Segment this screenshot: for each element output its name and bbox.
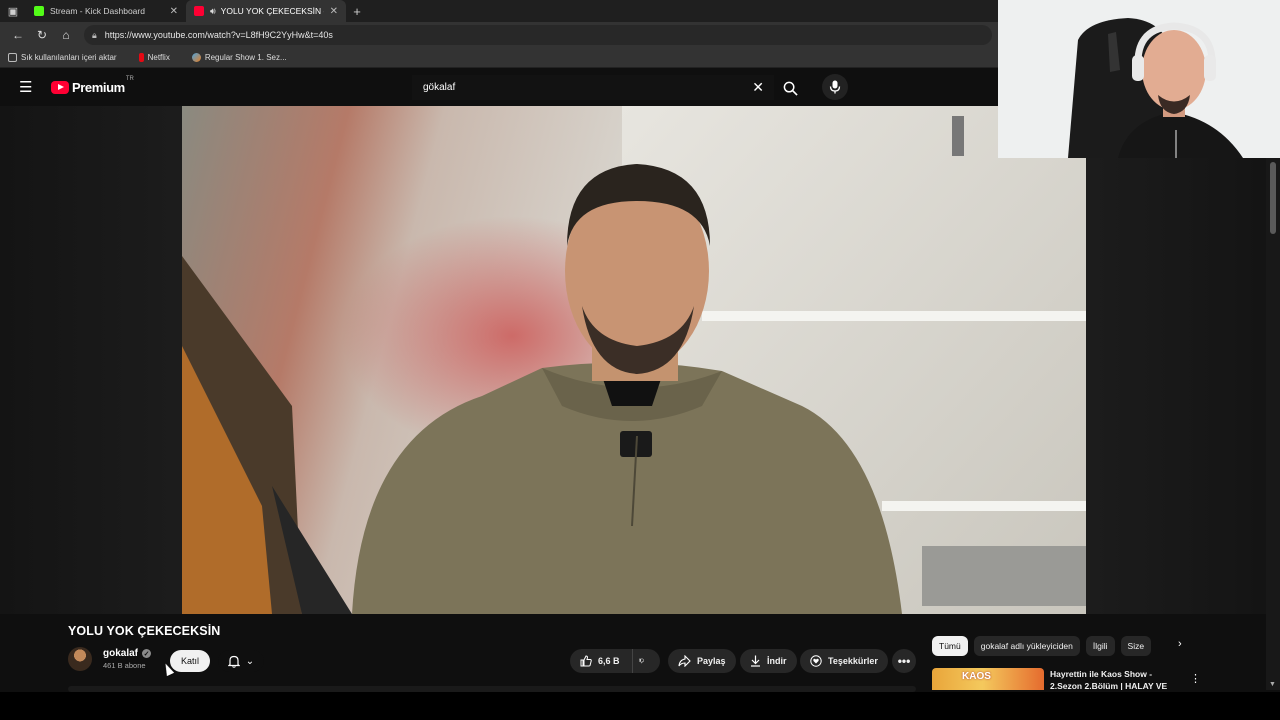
chevron-down-icon: ⌄ <box>245 655 255 667</box>
bookmark-regular-show[interactable]: Regular Show 1. Sez... <box>191 53 287 62</box>
bottom-bar <box>0 692 1280 720</box>
bookmarks-bar: Sık kullanılanları içeri aktar Netflix R… <box>0 48 998 68</box>
new-tab-plus-icon[interactable]: + <box>346 4 368 19</box>
video-player[interactable] <box>182 106 1086 614</box>
scrollbar-thumb[interactable] <box>1270 162 1276 234</box>
like-count: 6,6 B <box>598 656 620 666</box>
tab-kick-dashboard[interactable]: Stream - Kick Dashboard ✕ <box>26 0 186 22</box>
scroll-down-arrow-icon[interactable]: ▼ <box>1269 681 1276 688</box>
tab-youtube-video[interactable]: 🔊︎ YOLU YOK ÇEKECEKSİN - YouTube ✕ <box>186 0 346 22</box>
chevron-right-icon[interactable]: › <box>1178 638 1182 650</box>
close-tab-icon[interactable]: ✕ <box>170 6 178 17</box>
bell-icon <box>227 655 240 668</box>
tab-actions-menu-icon[interactable]: ▣ <box>0 0 26 22</box>
like-button[interactable]: 6,6 B <box>570 649 632 673</box>
address-bar-row: ← ↻ ⌂ 🔒︎ https://www.youtube.com/watch?v… <box>0 22 998 48</box>
search-input[interactable] <box>412 75 774 100</box>
verified-check-icon: ✓ <box>142 649 152 658</box>
url-field[interactable]: 🔒︎ https://www.youtube.com/watch?v=L8fH9… <box>84 25 992 45</box>
share-label: Paylaş <box>697 656 726 666</box>
recommended-title: Hayrettin ile Kaos Show - 2.Sezon 2.Bölü… <box>1050 669 1168 690</box>
search-box: ✕ <box>412 75 774 100</box>
channel-name[interactable]: gokalaf ✓ <box>103 648 152 659</box>
subscriber-count: 461 B abone <box>103 661 146 670</box>
join-button[interactable]: Katıl <box>170 650 210 672</box>
bookmark-netflix[interactable]: Netflix <box>138 53 170 62</box>
download-button[interactable]: İndir <box>740 649 797 673</box>
youtube-favicon-icon <box>194 6 204 16</box>
browser-tab-strip: ▣ Stream - Kick Dashboard ✕ 🔊︎ YOLU YOK … <box>0 0 998 22</box>
video-frame <box>182 106 1086 614</box>
webcam-overlay <box>998 0 1280 158</box>
owner-text: gokalaf ✓ 461 B abone <box>103 648 152 670</box>
search-icon[interactable] <box>778 76 802 100</box>
thumbs-up-icon <box>580 655 592 667</box>
youtube-play-logo-icon <box>51 80 69 94</box>
netflix-icon <box>138 53 144 62</box>
super-thanks-button[interactable]: Teşekkürler <box>800 649 888 673</box>
chip-from-uploader[interactable]: gokalaf adlı yükleyiciden <box>973 636 1080 656</box>
vertical-more-icon[interactable]: ⋮ <box>1190 672 1201 685</box>
home-icon[interactable]: ⌂ <box>54 28 78 42</box>
kick-favicon-icon <box>34 6 44 16</box>
chip-all[interactable]: Tümü <box>932 636 968 656</box>
related-filter-chips: Tümü gokalaf adlı yükleyiciden İlgili Si… <box>932 636 1192 656</box>
subscribed-notifications-button[interactable]: ⌄ <box>218 650 264 672</box>
share-button[interactable]: Paylaş <box>668 649 736 673</box>
download-icon <box>751 655 760 667</box>
close-tab-icon[interactable]: ✕ <box>330 6 338 17</box>
import-icon <box>8 53 17 62</box>
menu-hamburger-icon[interactable]: ☰ <box>19 78 35 96</box>
bookmark-label: Netflix <box>147 53 170 62</box>
bookmark-label: Sık kullanılanları içeri aktar <box>21 53 117 62</box>
chip-for-you[interactable]: Size <box>1120 636 1152 656</box>
tab-title: Stream - Kick Dashboard <box>50 6 145 16</box>
regular-show-icon <box>191 53 201 62</box>
page-scrollbar[interactable]: ▼ <box>1266 158 1280 690</box>
clear-search-icon[interactable]: ✕ <box>752 79 764 96</box>
webcam-feed <box>998 0 1280 158</box>
youtube-premium-logo[interactable]: Premium TR <box>51 76 134 95</box>
youtube-masthead: ☰ Premium TR ✕ <box>0 68 998 106</box>
channel-avatar[interactable] <box>68 647 92 671</box>
microphone-icon[interactable] <box>822 74 848 100</box>
thumbs-down-icon <box>639 658 644 664</box>
download-label: İndir <box>767 656 787 666</box>
recommended-video[interactable]: KAOS Hayrettin ile Kaos Show - 2.Sezon 2… <box>932 668 1202 690</box>
reload-icon[interactable]: ↻ <box>30 28 54 42</box>
more-actions-icon[interactable]: ••• <box>892 649 916 673</box>
speaker-icon[interactable]: 🔊︎ <box>210 6 216 17</box>
thanks-heart-icon <box>810 655 822 667</box>
bookmark-import-favorites[interactable]: Sık kullanılanları içeri aktar <box>8 53 117 62</box>
region-code: TR <box>125 75 134 82</box>
thanks-label: Teşekkürler <box>828 656 878 666</box>
logo-text: Premium <box>72 79 125 95</box>
thumbnail-text: KAOS <box>962 671 991 682</box>
chip-related[interactable]: İlgili <box>1085 636 1115 656</box>
recommended-thumbnail[interactable]: KAOS <box>932 668 1044 690</box>
video-title: YOLU YOK ÇEKECEKSİN <box>68 624 221 638</box>
channel-name-text: gokalaf <box>103 648 139 659</box>
url-text: https://www.youtube.com/watch?v=L8fH9C2Y… <box>104 30 333 40</box>
lock-icon: 🔒︎ <box>92 29 97 40</box>
share-arrow-icon <box>678 655 691 667</box>
dislike-button[interactable] <box>632 649 660 673</box>
video-owner: gokalaf ✓ 461 B abone <box>68 647 152 671</box>
bookmark-label: Regular Show 1. Sez... <box>204 53 287 62</box>
tab-title: YOLU YOK ÇEKECEKSİN - YouTube <box>220 6 324 16</box>
back-arrow-icon[interactable]: ← <box>6 28 30 42</box>
